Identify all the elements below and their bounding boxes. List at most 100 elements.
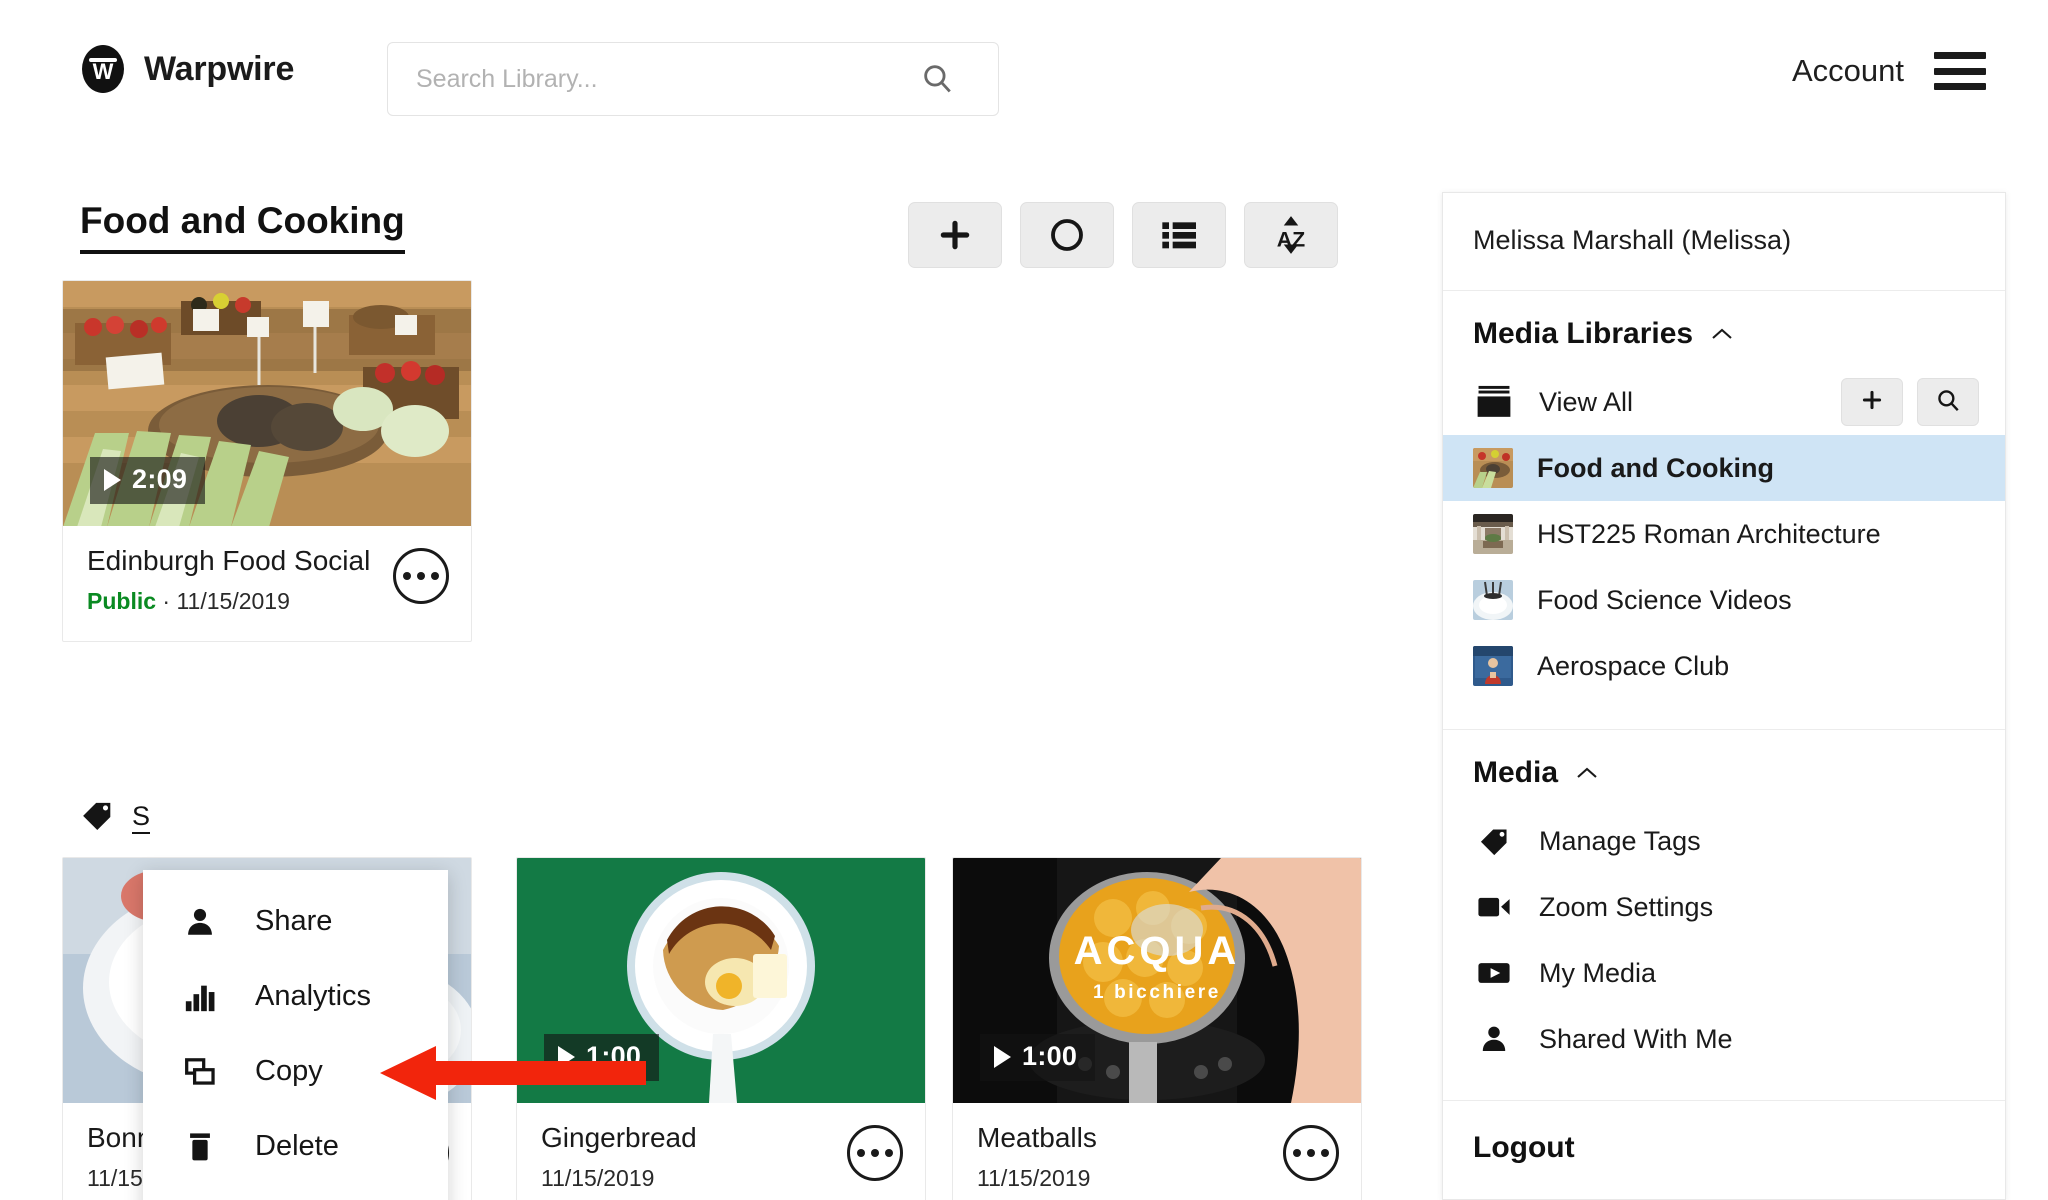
media-options-button[interactable] [393,548,449,604]
sidebar-item-label: View All [1539,386,1634,417]
sidebar-item-view-all[interactable]: View All [1443,369,2005,435]
circle-button[interactable] [1020,202,1114,268]
trash-icon [181,1130,219,1164]
list-view-button[interactable] [1132,202,1226,268]
context-menu-label: Analytics [255,980,372,1012]
chevron-up-icon[interactable] [1709,317,1735,351]
hamburger-menu-icon[interactable] [1934,52,1986,90]
add-button[interactable] [908,202,1002,268]
search-library-button[interactable] [1917,378,1979,426]
tag-icon [1473,825,1515,857]
media-card[interactable]: ACQUA 1 bicchiere 1:00 Meatballs 11/15/2… [952,857,1362,1200]
copy-icon [181,1055,219,1089]
duration-text: 1:00 [1022,1041,1078,1071]
sidebar-item-food-science-videos[interactable]: Food Science Videos [1443,567,2005,633]
tag-label[interactable]: S [132,801,151,834]
media-card-body: Meatballs 11/15/2019 [953,1103,1361,1200]
media-title[interactable]: Meatballs [977,1121,1277,1155]
main-content: Food and Cooking AZ 2:09 Edinburgh Food … [0,150,1430,1200]
sidebar-item-aerospace-club[interactable]: Aerospace Club [1443,633,2005,699]
svg-text:W: W [93,59,114,84]
warpwire-logo-icon: W [78,44,128,94]
duration-badge: 1:00 [980,1034,1096,1081]
library-thumbnail [1473,514,1513,554]
search-input[interactable] [388,44,908,114]
library-thumbnail [1473,580,1513,620]
meta-separator: · [162,587,171,614]
library-icon [1473,385,1515,419]
list-icon [1159,215,1199,255]
sidebar-section-title: Media [1473,756,1559,789]
context-menu-item-settings[interactable]: Settings [143,1184,448,1200]
media-date: 11/15/2019 [176,587,290,614]
context-menu-label: Copy [255,1055,323,1087]
sidebar-item-zoom-settings[interactable]: Zoom Settings [1443,874,2005,940]
visibility-badge: Public [87,587,157,614]
page-title[interactable]: Food and Cooking [80,200,405,254]
sidebar-item-label: Food Science Videos [1537,584,1792,615]
context-menu-item-delete[interactable]: Delete [143,1109,448,1184]
media-options-button[interactable] [847,1125,903,1181]
media-meta: Public · 11/15/2019 [87,588,447,615]
media-card-body: Edinburgh Food Social Public · 11/15/201… [63,526,471,641]
plus-icon [1859,387,1885,418]
sidebar-item-manage-tags[interactable]: Manage Tags [1443,808,2005,874]
account-sidebar-panel: Melissa Marshall (Melissa) Media Librari… [1442,192,2006,1200]
search-submit-button[interactable] [908,44,966,114]
library-thumbnail [1473,448,1513,488]
sidebar-section-header[interactable]: Media [1443,756,2005,808]
media-card[interactable]: 1:00 Gingerbread 11/15/2019 [516,857,926,1200]
sidebar-item-hst225-roman-architecture[interactable]: HST225 Roman Architecture [1443,501,2005,567]
search-icon [1935,387,1961,418]
add-library-button[interactable] [1841,378,1903,426]
app-header: W Warpwire Account [0,0,2048,150]
media-thumbnail[interactable]: ACQUA 1 bicchiere 1:00 [953,858,1361,1103]
media-options-button[interactable] [1283,1125,1339,1181]
brand-logo-link[interactable]: W Warpwire [78,44,294,94]
brand-name: Warpwire [144,49,295,88]
tag-icon [80,798,114,837]
play-icon [104,468,121,491]
person-icon [1473,1023,1515,1055]
account-link[interactable]: Account [1792,53,1904,89]
content-toolbar: AZ [908,202,1338,268]
plus-icon [935,215,975,255]
media-date: 11/15/2019 [541,1164,655,1191]
play-icon [994,1045,1011,1068]
media-context-menu[interactable]: Share Analytics Copy Delete [143,870,448,1200]
sidebar-item-food-and-cooking[interactable]: Food and Cooking [1443,435,2005,501]
app-root: W Warpwire Account Food and Cooki [0,0,2048,1200]
library-thumbnail [1473,646,1513,686]
context-menu-item-analytics[interactable]: Analytics [143,959,448,1034]
header-right: Account [1792,52,1986,90]
media-card[interactable]: 2:09 Edinburgh Food Social Public · 11/1… [62,280,472,642]
svg-text:AZ: AZ [1277,228,1305,252]
az-sort-icon: AZ [1268,212,1314,258]
sidebar-item-label: Manage Tags [1539,825,1701,856]
context-menu-item-share[interactable]: Share [143,884,448,959]
annotation-arrow-icon [378,1044,648,1107]
context-menu-label: Delete [255,1130,339,1162]
duration-badge: 2:09 [90,457,206,504]
sidebar-item-label: Aerospace Club [1537,650,1730,681]
search-box[interactable] [387,42,999,116]
media-title[interactable]: Gingerbread [541,1121,841,1155]
duration-text: 2:09 [132,464,188,494]
media-thumbnail[interactable]: 2:09 [63,281,471,526]
chevron-up-icon[interactable] [1574,756,1600,790]
person-icon [181,905,219,939]
sidebar-item-label: HST225 Roman Architecture [1537,518,1881,549]
sidebar-item-shared-with-me[interactable]: Shared With Me [1443,1006,2005,1072]
sidebar-item-label: Food and Cooking [1537,452,1774,483]
sidebar-section-media: Media Manage Tags Zoom Settings My Media… [1443,730,2005,1101]
sort-button[interactable]: AZ [1244,202,1338,268]
search-icon [920,61,954,98]
circle-icon [1047,215,1087,255]
sidebar-item-my-media[interactable]: My Media [1443,940,2005,1006]
tag-row-second: S [80,798,151,837]
sidebar-item-label: My Media [1539,957,1657,988]
media-meta: 11/15/2019 [541,1165,901,1192]
logout-button[interactable]: Logout [1443,1101,2005,1199]
sidebar-section-header[interactable]: Media Libraries [1443,317,2005,369]
media-title[interactable]: Edinburgh Food Social [87,544,387,578]
